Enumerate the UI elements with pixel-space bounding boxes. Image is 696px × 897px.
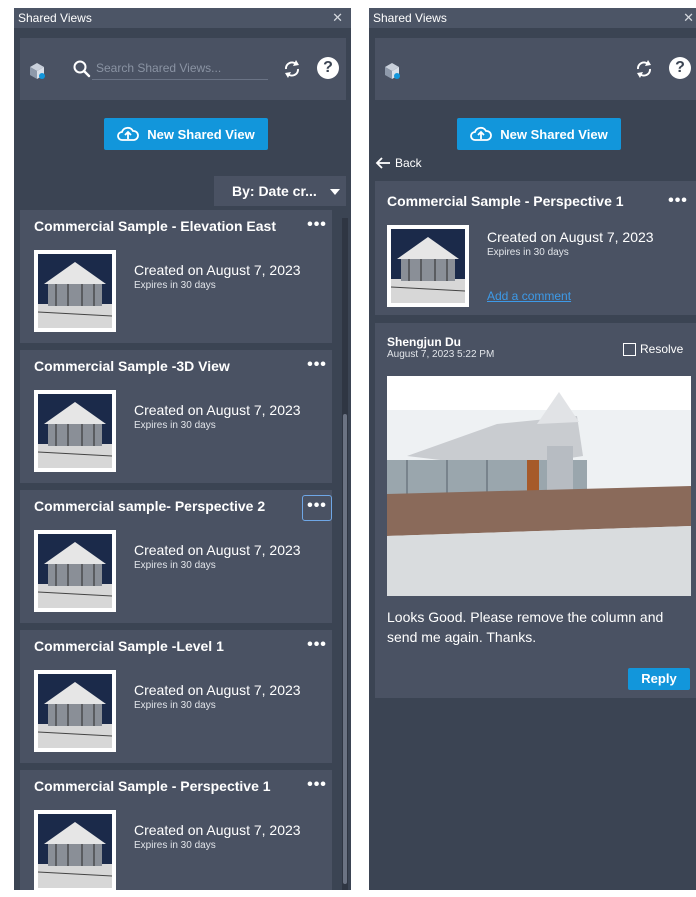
new-shared-view-button[interactable]: New Shared View (104, 118, 268, 150)
comment-author: Shengjun Du (387, 335, 461, 349)
comment-date: August 7, 2023 5:22 PM (387, 349, 495, 360)
comment-screenshot (387, 376, 691, 596)
created-date: Created on August 7, 2023 (134, 682, 301, 698)
created-date: Created on August 7, 2023 (134, 262, 301, 278)
cloud-upload-icon (470, 126, 493, 141)
comment-text: Looks Good. Please remove the column and… (387, 609, 664, 645)
shared-view-card[interactable]: Commercial Sample -Level 1 ••• Created o… (20, 630, 332, 763)
toolbar: ? (20, 38, 346, 100)
shared-view-card[interactable]: Commercial Sample - Perspective 1 ••• Cr… (20, 770, 332, 890)
cube-icon (385, 63, 400, 79)
more-options-button[interactable]: ••• (302, 635, 332, 661)
close-icon[interactable]: ✕ (683, 8, 694, 28)
sort-label: By: Date cr... (232, 183, 317, 199)
search-icon[interactable] (72, 59, 92, 79)
sort-dropdown[interactable]: By: Date cr... (214, 176, 346, 206)
shared-views-panel-detail: Shared Views ✕ ? New Shared View Back Co… (369, 8, 696, 890)
view-thumbnail (34, 250, 116, 332)
expires-text: Expires in 30 days (134, 840, 216, 851)
panel-titlebar: Shared Views ✕ (369, 8, 696, 28)
view-title: Commercial Sample - Perspective 1 (387, 193, 624, 209)
building-thumbnail-image (38, 534, 112, 608)
shared-view-card[interactable]: Commercial Sample -3D View ••• Created o… (20, 350, 332, 483)
add-comment-link[interactable]: Add a comment (487, 289, 571, 303)
cloud-upload-icon (117, 126, 140, 141)
building-thumbnail-image (38, 394, 112, 468)
new-shared-view-label: New Shared View (147, 126, 255, 142)
building-thumbnail-image (391, 229, 465, 303)
view-thumbnail (34, 670, 116, 752)
view-title: Commercial sample- Perspective 2 (34, 498, 266, 514)
resolve-label: Resolve (640, 342, 684, 356)
shared-view-card[interactable]: Commercial sample- Perspective 2 ••• Cre… (20, 490, 332, 623)
expires-text: Expires in 30 days (134, 420, 216, 431)
sync-icon[interactable] (282, 58, 302, 80)
shared-view-card[interactable]: Commercial Sample - Elevation East ••• C… (20, 210, 332, 343)
resolve-checkbox[interactable]: Resolve (623, 342, 683, 356)
created-date: Created on August 7, 2023 (487, 229, 654, 245)
building-thumbnail-image (38, 254, 112, 328)
more-options-button[interactable]: ••• (302, 775, 332, 801)
building-thumbnail-image (38, 814, 112, 888)
back-button[interactable]: Back (375, 156, 422, 170)
chevron-down-icon (330, 189, 340, 195)
view-title: Commercial Sample -3D View (34, 358, 230, 374)
cube-icon (30, 63, 45, 79)
view-thumbnail (34, 390, 116, 472)
created-date: Created on August 7, 2023 (134, 822, 301, 838)
reply-button[interactable]: Reply (628, 668, 690, 690)
arrow-left-icon (375, 157, 390, 169)
panel-titlebar: Shared Views ✕ (14, 8, 351, 28)
checkbox-icon (623, 342, 636, 356)
expires-text: Expires in 30 days (134, 700, 216, 711)
panel-title: Shared Views (373, 11, 447, 25)
view-thumbnail (34, 530, 116, 612)
building-thumbnail-image (38, 674, 112, 748)
more-options-button[interactable]: ••• (302, 495, 332, 521)
more-options-button[interactable]: ••• (663, 191, 693, 217)
help-icon[interactable]: ? (317, 57, 339, 79)
view-title: Commercial Sample - Perspective 1 (34, 778, 271, 794)
help-icon[interactable]: ? (669, 57, 691, 79)
view-title: Commercial Sample -Level 1 (34, 638, 224, 654)
expires-text: Expires in 30 days (487, 247, 569, 258)
toolbar: ? (375, 38, 696, 100)
view-thumbnail (34, 810, 116, 890)
view-title: Commercial Sample - Elevation East (34, 218, 276, 234)
sync-icon[interactable] (634, 58, 654, 80)
view-thumbnail (387, 225, 469, 307)
new-shared-view-label: New Shared View (500, 126, 608, 142)
shared-views-panel-list: Shared Views ✕ ? New Shared View (14, 8, 351, 890)
close-icon[interactable]: ✕ (332, 8, 343, 28)
comment-thread: Shengjun Du August 7, 2023 5:22 PM Resol… (375, 323, 696, 698)
created-date: Created on August 7, 2023 (134, 402, 301, 418)
panel-title: Shared Views (18, 11, 92, 25)
shared-view-detail-card: Commercial Sample - Perspective 1 ••• Cr… (375, 181, 696, 315)
search-input[interactable] (92, 56, 268, 80)
back-label: Back (395, 156, 422, 170)
expires-text: Expires in 30 days (134, 560, 216, 571)
more-options-button[interactable]: ••• (302, 215, 332, 241)
more-options-button[interactable]: ••• (302, 355, 332, 381)
building-render-image (387, 376, 691, 596)
created-date: Created on August 7, 2023 (134, 542, 301, 558)
expires-text: Expires in 30 days (134, 280, 216, 291)
new-shared-view-button[interactable]: New Shared View (457, 118, 621, 150)
scrollbar-thumb[interactable] (343, 414, 347, 884)
